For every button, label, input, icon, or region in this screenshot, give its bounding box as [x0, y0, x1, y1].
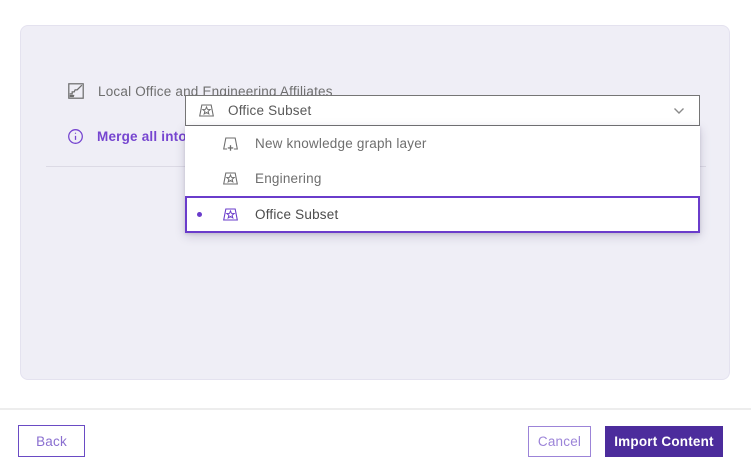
menu-option-label: New knowledge graph layer: [255, 136, 427, 151]
import-content-dialog: Local Office and Engineering Affiliates …: [0, 0, 751, 470]
knowledge-graph-layer-icon: [198, 102, 215, 119]
merge-all-into-row: Merge all into: [67, 125, 187, 147]
new-knowledge-graph-layer-icon: [222, 135, 239, 152]
back-button[interactable]: Back: [18, 425, 85, 457]
merge-all-into-label: Merge all into: [97, 129, 187, 144]
cancel-button[interactable]: Cancel: [528, 426, 591, 457]
menu-option-new-knowledge-graph-layer[interactable]: New knowledge graph layer: [185, 126, 700, 161]
merge-target-select[interactable]: Office Subset: [185, 95, 700, 126]
select-value: Office Subset: [228, 103, 660, 118]
menu-option-label: Office Subset: [255, 207, 338, 222]
chevron-down-icon: [673, 107, 685, 115]
menu-option-office-subset[interactable]: Office Subset: [185, 196, 700, 233]
merge-target-menu: New knowledge graph layer Enginering Off…: [185, 126, 700, 233]
import-content-button[interactable]: Import Content: [605, 426, 723, 457]
knowledge-graph-layer-icon: [222, 170, 239, 187]
menu-option-label: Enginering: [255, 171, 322, 186]
menu-option-enginering[interactable]: Enginering: [185, 161, 700, 196]
info-icon: [67, 128, 84, 145]
dataset-extent-icon: [67, 82, 85, 100]
knowledge-graph-layer-icon: [222, 206, 239, 223]
footer-divider: [0, 408, 751, 410]
selected-bullet-icon: [197, 212, 202, 217]
